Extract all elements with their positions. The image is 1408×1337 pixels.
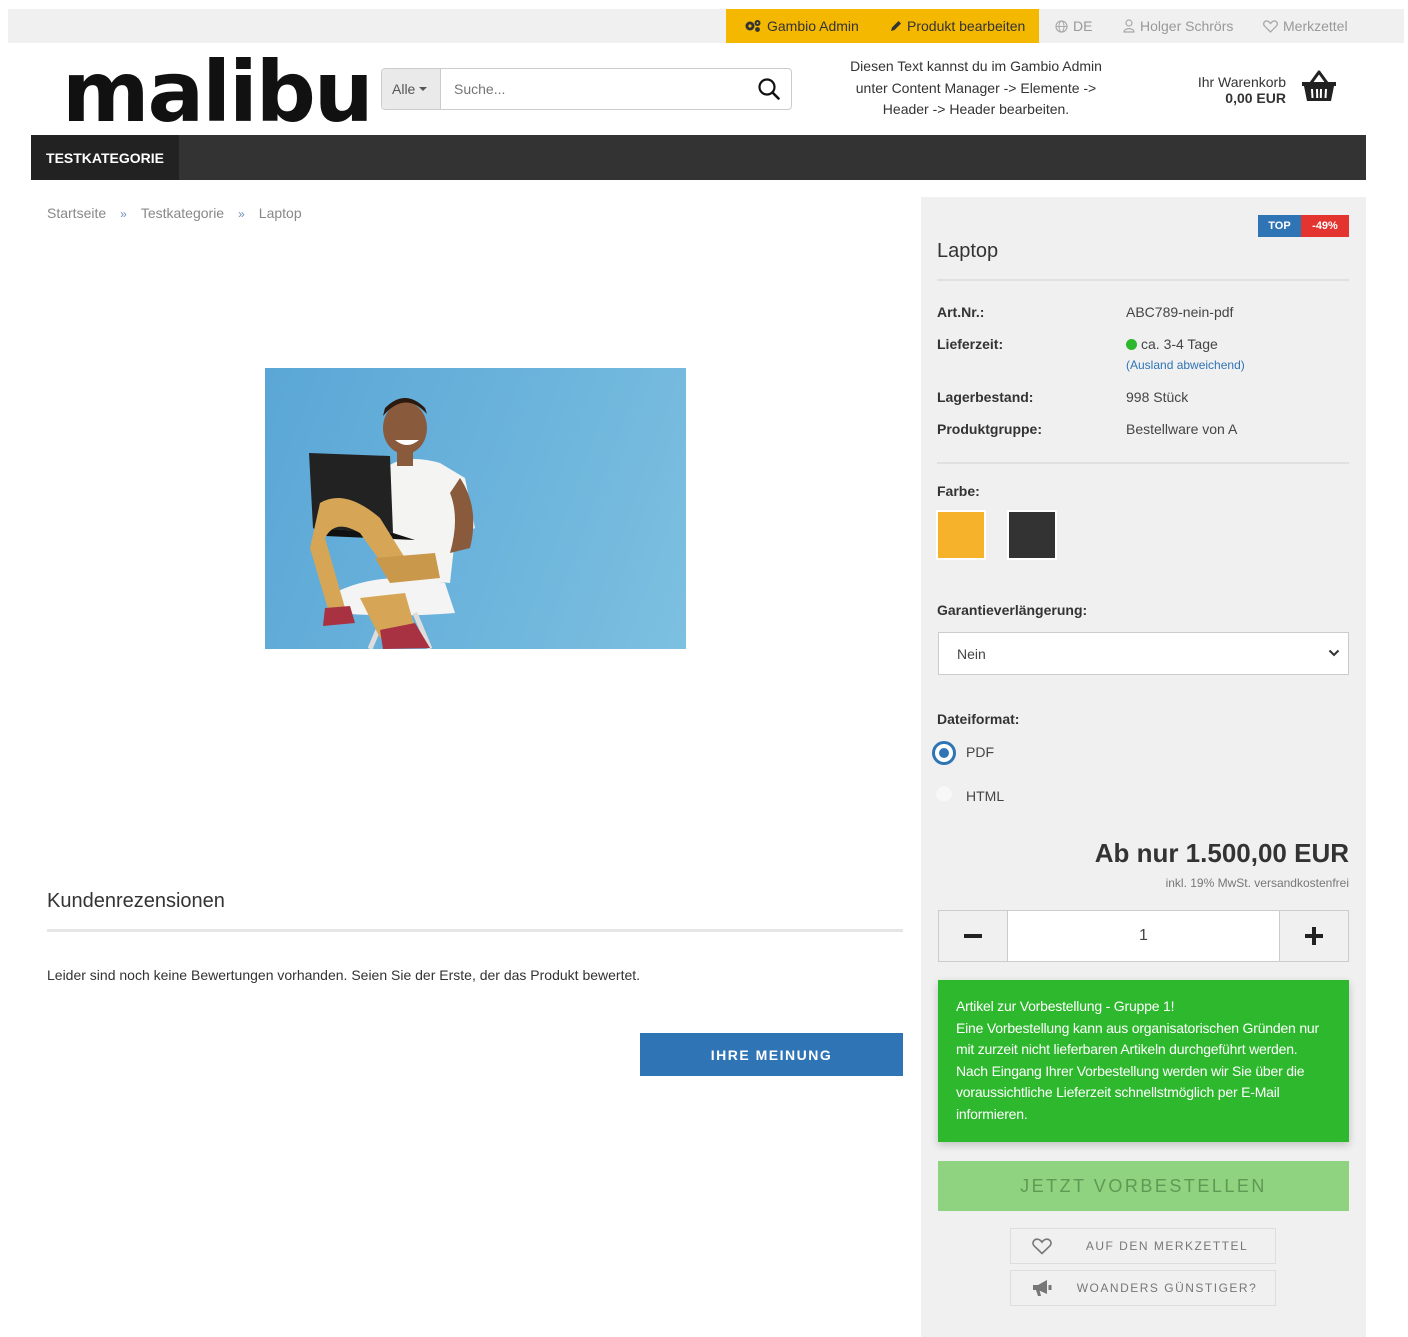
- search-input[interactable]: [441, 69, 747, 109]
- format-radio-html[interactable]: [935, 785, 953, 803]
- basket-icon[interactable]: [1301, 69, 1337, 103]
- product-price: Ab nur 1.500,00 EUR: [1094, 838, 1349, 868]
- product-image[interactable]: [265, 368, 686, 649]
- warranty-selected-value: Nein: [957, 645, 986, 662]
- plus-icon: [1305, 927, 1323, 945]
- top-badge: TOP: [1258, 215, 1301, 237]
- user-name: Holger Schrörs: [1140, 18, 1234, 34]
- write-review-button[interactable]: IHRE MEINUNG: [640, 1033, 903, 1076]
- language-label: DE: [1073, 18, 1093, 34]
- chevron-down-icon: [1328, 649, 1340, 657]
- minus-icon: [964, 934, 982, 938]
- sale-badge: -49%: [1301, 215, 1349, 237]
- megaphone-icon: [1011, 1279, 1073, 1297]
- product-photo-illustration: [309, 398, 475, 649]
- price-tax-note: inkl. 19% MwSt. versandkostenfrei: [1165, 876, 1349, 890]
- breadcrumb-home[interactable]: Startseite: [47, 205, 106, 223]
- format-option-pdf[interactable]: PDF: [966, 744, 994, 760]
- breadcrumb-category[interactable]: Testkategorie: [141, 205, 224, 223]
- header-note-line: Diesen Text kannst du im Gambio Admin: [850, 58, 1102, 74]
- wishlist-link[interactable]: Merkzettel: [1263, 9, 1348, 43]
- cart-summary[interactable]: Ihr Warenkorb 0,00 EUR: [1198, 74, 1286, 106]
- search-category-dropdown[interactable]: Alle: [382, 69, 441, 109]
- art-nr-value: ABC789-nein-pdf: [1126, 304, 1234, 320]
- reviews-empty-text: Leider sind noch keine Bewertungen vorha…: [47, 967, 641, 983]
- color-swatch-black[interactable]: [1007, 510, 1057, 560]
- color-swatch-yellow[interactable]: [936, 510, 986, 560]
- main-nav: TESTKATEGORIE: [31, 135, 1366, 180]
- site-logo[interactable]: malibu: [62, 50, 374, 134]
- gears-icon: [745, 20, 761, 32]
- reviews-title: Kundenrezensionen: [47, 890, 225, 912]
- add-to-wishlist-button[interactable]: AUF DEN MERKZETTEL: [1010, 1228, 1276, 1264]
- preorder-notice: Artikel zur Vorbestellung - Gruppe 1! Ei…: [938, 980, 1349, 1142]
- quantity-input[interactable]: 1: [1008, 911, 1279, 961]
- wishlist-label: Merkzettel: [1283, 18, 1348, 34]
- warranty-label: Garantieverlängerung:: [937, 602, 1088, 618]
- breadcrumb: Startseite » Testkategorie » Laptop: [47, 205, 302, 223]
- lieferzeit-value-row: ca. 3-4 Tage: [1126, 336, 1218, 352]
- top-bar: Gambio Admin Produkt bearbeiten DE Holge…: [8, 9, 1404, 43]
- nav-item-testkategorie[interactable]: TESTKATEGORIE: [31, 135, 179, 180]
- header-note-line: unter Content Manager -> Elemente ->: [855, 79, 1097, 96]
- cart-amount: 0,00 EUR: [1225, 90, 1286, 106]
- heart-icon: [1011, 1237, 1073, 1255]
- shipping-abroad-link[interactable]: (Ausland abweichend): [1126, 358, 1245, 372]
- search-category-label: Alle: [392, 81, 416, 97]
- availability-dot-icon: [1126, 339, 1137, 350]
- file-format-label: Dateiformat:: [937, 711, 1020, 727]
- attributes-divider: [937, 462, 1349, 464]
- quantity-stepper: 1: [938, 910, 1349, 962]
- header-note: Diesen Text kannst du im Gambio Admin un…: [830, 56, 1122, 121]
- header-note-line: Header -> Header bearbeiten.: [882, 101, 1070, 117]
- wishlist-button-label: AUF DEN MERKZETTEL: [1085, 1239, 1249, 1253]
- breadcrumb-separator: »: [120, 207, 127, 221]
- search-bar: Alle: [381, 68, 792, 110]
- lagerbestand-value: 998 Stück: [1126, 389, 1189, 405]
- search-button[interactable]: [747, 69, 791, 109]
- gambio-admin-link[interactable]: Gambio Admin: [744, 9, 859, 43]
- warranty-select[interactable]: Nein: [938, 632, 1349, 675]
- art-nr-label: Art.Nr.:: [937, 304, 985, 320]
- cart-label: Ihr Warenkorb: [1197, 74, 1286, 90]
- cheaper-button-label: WOANDERS GÜNSTIGER?: [1076, 1281, 1258, 1295]
- user-account-link[interactable]: Holger Schrörs: [1123, 9, 1233, 43]
- quantity-decrease-button[interactable]: [939, 911, 1008, 961]
- reviews-divider: [47, 929, 903, 932]
- title-divider: [937, 279, 1349, 281]
- lagerbestand-label: Lagerbestand:: [937, 389, 1034, 405]
- user-icon: [1123, 19, 1135, 33]
- product-title: Laptop: [937, 240, 999, 262]
- cheaper-elsewhere-button[interactable]: WOANDERS GÜNSTIGER?: [1010, 1270, 1276, 1306]
- preorder-notice-title: Artikel zur Vorbestellung - Gruppe 1!: [956, 998, 1175, 1014]
- caret-down-icon: [419, 87, 428, 91]
- preorder-notice-text: Eine Vorbestellung kann aus organisatori…: [956, 1019, 1319, 1122]
- breadcrumb-separator: »: [238, 207, 245, 221]
- format-radio-pdf[interactable]: [932, 741, 956, 765]
- globe-icon: [1055, 19, 1068, 33]
- language-switch[interactable]: DE: [1055, 9, 1092, 43]
- produktgruppe-label: Produktgruppe:: [937, 421, 1042, 437]
- edit-product-link[interactable]: Produkt bearbeiten: [890, 9, 1025, 43]
- lieferzeit-label: Lieferzeit:: [937, 336, 1004, 352]
- format-option-html[interactable]: HTML: [966, 788, 1004, 804]
- gambio-admin-label: Gambio Admin: [767, 18, 859, 34]
- heart-icon: [1263, 19, 1278, 33]
- quantity-increase-button[interactable]: [1279, 911, 1348, 961]
- breadcrumb-current: Laptop: [258, 205, 302, 221]
- preorder-button[interactable]: JETZT VORBESTELLEN: [938, 1161, 1349, 1211]
- lieferzeit-value: ca. 3-4 Tage: [1141, 336, 1218, 352]
- pencil-icon: [891, 21, 901, 31]
- color-label: Farbe:: [937, 483, 980, 499]
- produktgruppe-value: Bestellware von A: [1126, 421, 1238, 437]
- search-icon: [758, 78, 780, 100]
- edit-product-label: Produkt bearbeiten: [907, 18, 1026, 34]
